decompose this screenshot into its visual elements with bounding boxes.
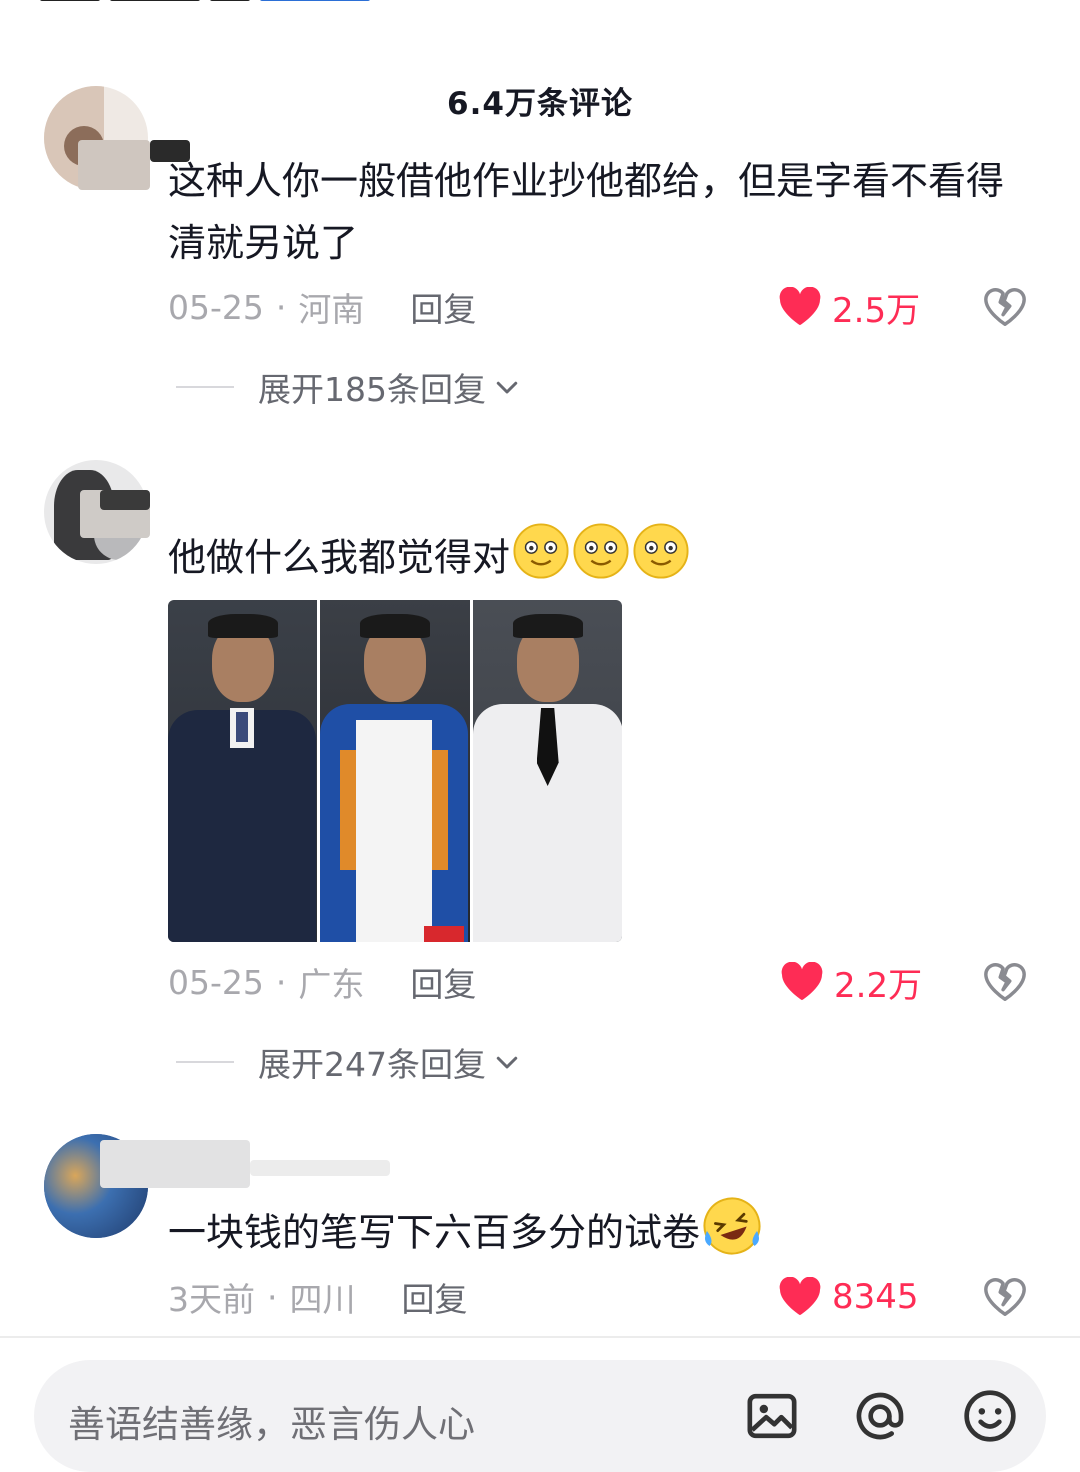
- comment-text-content: 他做什么我都觉得对: [168, 535, 511, 580]
- bottom-divider: [0, 1336, 1080, 1338]
- separator: ·: [275, 962, 287, 1002]
- comment-date: 05-25: [168, 287, 264, 327]
- comment-location: 四川: [289, 1280, 356, 1319]
- comment-count-title: 6.4万条评论: [447, 86, 633, 122]
- divider-line: [176, 386, 234, 388]
- like-button[interactable]: 2.5万: [778, 282, 920, 332]
- heart-icon: [779, 287, 821, 326]
- photo-school-uniform: [320, 600, 470, 942]
- like-button[interactable]: 2.2万: [780, 957, 922, 1007]
- photo-lab-coat: [472, 600, 622, 942]
- expand-replies-label: 展开185条回复: [258, 370, 486, 409]
- photo-suit: [168, 600, 318, 942]
- comment-meta: 05-25 · 河南 回复: [168, 282, 476, 332]
- broken-heart-icon[interactable]: [982, 1274, 1028, 1320]
- cropped-top-text: [40, 0, 420, 4]
- at-icon[interactable]: [852, 1388, 908, 1444]
- comment-meta: 3天前 · 四川 回复: [168, 1272, 468, 1322]
- heart-icon: [781, 962, 823, 1001]
- comment-date: 05-25: [168, 962, 264, 1002]
- laughing-tears-emoji-icon: [702, 1196, 762, 1274]
- expand-replies-label: 展开247条回复: [258, 1045, 486, 1084]
- smile-emoji-icon: [632, 522, 690, 598]
- comment-text-content: 一块钱的笔写下六百多分的试卷: [168, 1210, 701, 1255]
- blurred-username: [100, 1140, 250, 1188]
- expand-replies-button[interactable]: 展开185条回复: [176, 362, 522, 412]
- separator: ·: [267, 1277, 278, 1317]
- comment-input-bar[interactable]: 善语结善缘，恶言伤人心: [34, 1360, 1046, 1472]
- comment-image[interactable]: [168, 600, 622, 942]
- comment-date: 3天前: [168, 1280, 255, 1319]
- heart-icon: [779, 1277, 821, 1316]
- comment-location: 河南: [298, 290, 365, 329]
- comment-meta: 05-25 · 广东 回复: [168, 957, 476, 1007]
- reply-button[interactable]: 回复: [402, 1273, 468, 1321]
- like-count: 2.2万: [834, 965, 923, 1006]
- like-count: 8345: [832, 1277, 919, 1317]
- reply-button[interactable]: 回复: [410, 958, 476, 1006]
- emoji-icon[interactable]: [962, 1388, 1018, 1444]
- like-button[interactable]: 8345: [778, 1272, 919, 1322]
- blurred-username: [78, 140, 150, 190]
- broken-heart-icon[interactable]: [982, 284, 1028, 330]
- comment-text: 他做什么我都觉得对: [168, 522, 1038, 598]
- separator: ·: [275, 287, 287, 327]
- comment-text: 一块钱的笔写下六百多分的试卷: [168, 1196, 1038, 1274]
- broken-heart-icon[interactable]: [982, 959, 1028, 1005]
- blurred-username: [250, 1160, 390, 1176]
- expand-replies-button[interactable]: 展开247条回复: [176, 1037, 522, 1087]
- comment-text: 这种人你一般借他作业抄他都给，但是字看不看得清就另说了: [168, 159, 1005, 265]
- image-icon[interactable]: [744, 1388, 800, 1444]
- chevron-down-icon: [496, 381, 518, 394]
- blurred-username: [100, 490, 150, 510]
- like-count: 2.5万: [832, 290, 921, 331]
- reply-button[interactable]: 回复: [410, 283, 476, 331]
- divider-line: [176, 1061, 234, 1063]
- smile-emoji-icon: [572, 522, 630, 598]
- chevron-down-icon: [496, 1056, 518, 1069]
- comment-location: 广东: [298, 965, 365, 1004]
- smile-emoji-icon: [512, 522, 570, 598]
